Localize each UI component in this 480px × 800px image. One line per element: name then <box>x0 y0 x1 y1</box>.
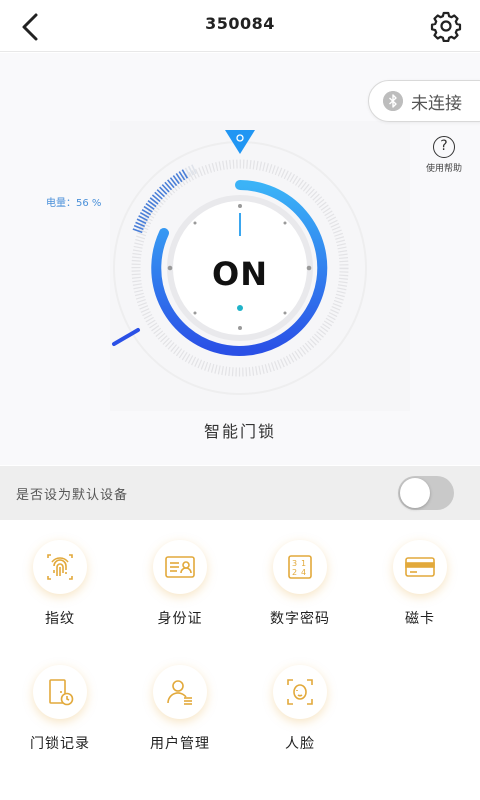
menu-item-label: 身份证 <box>157 611 203 627</box>
default-device-row: 是否设为默认设备 <box>0 466 480 520</box>
menu-item-door-record[interactable]: 门锁记录 <box>0 665 120 753</box>
default-device-label: 是否设为默认设备 <box>16 488 129 503</box>
battery-label: 电量：56 % <box>46 198 102 209</box>
toggle-knob <box>400 478 430 508</box>
menu-item-magnetic-card[interactable]: 磁卡 <box>360 540 480 628</box>
svg-text:2: 2 <box>292 568 297 577</box>
door-record-icon <box>33 665 87 719</box>
svg-text:4: 4 <box>301 568 306 577</box>
menu-item-label: 指纹 <box>45 611 75 627</box>
menu-item-label: 人脸 <box>285 736 315 752</box>
bluetooth-status: 未连接 <box>411 94 462 114</box>
gear-icon[interactable] <box>430 10 462 42</box>
menu-item-label: 用户管理 <box>150 736 210 752</box>
menu-item-fingerprint[interactable]: 指纹 <box>0 540 120 628</box>
bluetooth-icon <box>383 91 403 111</box>
face-icon <box>273 665 327 719</box>
id-card-icon <box>153 540 207 594</box>
menu-item-label: 门锁记录 <box>30 736 90 752</box>
menu-item-id-card[interactable]: 身份证 <box>120 540 240 628</box>
help-label: 使用帮助 <box>425 164 462 174</box>
menu-item-face[interactable]: 人脸 <box>240 665 360 753</box>
menu-item-label: 数字密码 <box>270 611 330 627</box>
lock-state: ON <box>212 255 268 293</box>
bluetooth-connect-button[interactable]: 未连接 <box>368 80 480 122</box>
user-management-icon <box>153 665 207 719</box>
menu-item-user-management[interactable]: 用户管理 <box>120 665 240 753</box>
help-button[interactable]: ? 使用帮助 <box>422 136 466 174</box>
magnetic-card-icon <box>393 540 447 594</box>
default-device-toggle[interactable] <box>398 476 454 510</box>
fingerprint-icon <box>33 540 87 594</box>
numeric-password-icon: 3 1 2 4 <box>273 540 327 594</box>
svg-text:3: 3 <box>292 559 297 568</box>
device-name: 智能门锁 <box>203 422 276 441</box>
svg-text:1: 1 <box>301 559 306 568</box>
header-bar: 350084 <box>0 0 480 52</box>
question-icon: ? <box>433 136 455 158</box>
menu-item-label: 磁卡 <box>405 611 435 627</box>
page-title: 350084 <box>205 14 275 33</box>
menu-item-numeric-password[interactable]: 3 1 2 4 数字密码 <box>240 540 360 628</box>
